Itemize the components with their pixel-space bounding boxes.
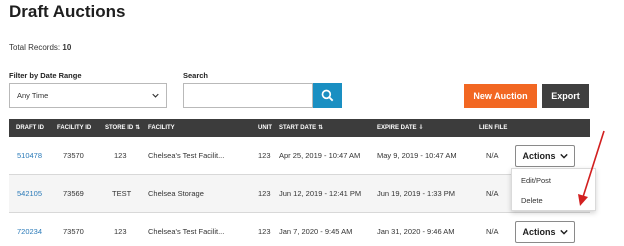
- annotation-arrow-icon: [578, 130, 605, 206]
